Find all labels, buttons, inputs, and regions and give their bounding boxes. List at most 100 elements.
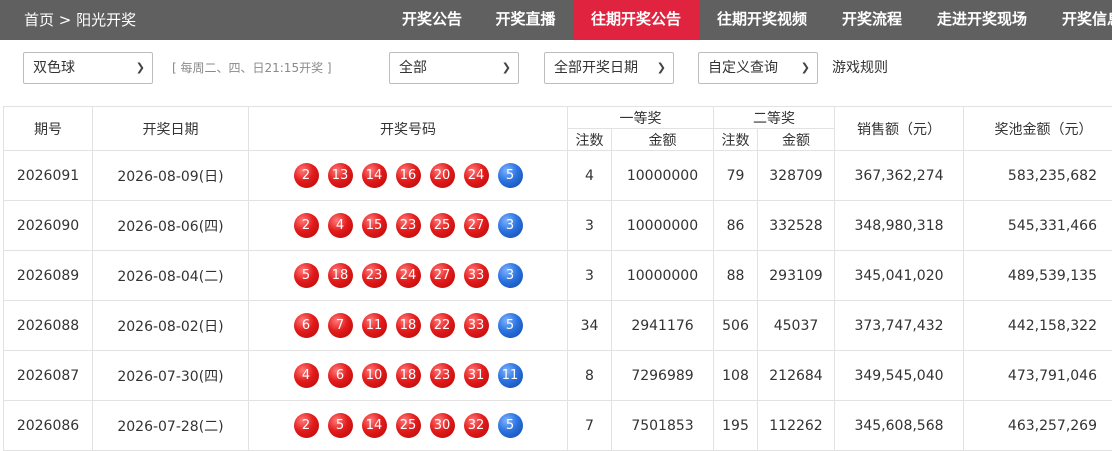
- breadcrumb: 首页 > 阳光开奖: [24, 0, 136, 40]
- sales-cell: 373,747,432: [834, 300, 964, 351]
- red-ball: 23: [395, 213, 421, 238]
- game-select-value: 双色球: [33, 60, 75, 76]
- ball-group: 2 13 14 16 20 24 5: [249, 163, 567, 188]
- date-cell: 2026-07-28(二): [92, 400, 249, 451]
- breadcrumb-separator: >: [58, 11, 72, 29]
- table-row: 2026086 2026-07-28(二) 2 5 14 25 30 32 5 7 7501853 1…: [3, 400, 1112, 451]
- header-issue: 期号: [3, 106, 93, 151]
- second-prize-count-cell: 195: [713, 400, 758, 451]
- ball-group: 6 7 11 18 22 33 5: [249, 313, 567, 338]
- second-prize-count-cell: 506: [713, 300, 758, 351]
- red-ball: 32: [463, 413, 489, 438]
- ball-group: 4 6 10 18 23 31 11: [249, 363, 567, 388]
- nav-item-draw-info[interactable]: 开奖信息: [1045, 0, 1112, 40]
- numbers-cell: 2 4 15 23 25 27 3: [248, 200, 568, 251]
- red-ball: 13: [327, 163, 353, 188]
- second-prize-amount-cell: 332528: [757, 200, 835, 251]
- blue-ball: 5: [497, 413, 523, 438]
- first-prize-count-cell: 4: [567, 150, 612, 201]
- issue-cell: 2026091: [3, 150, 93, 201]
- red-ball: 27: [429, 263, 455, 288]
- red-ball: 22: [429, 313, 455, 338]
- nav-item-visit-site[interactable]: 走进开奖现场: [919, 0, 1045, 40]
- table-row: 2026088 2026-08-02(日) 6 7 11 18 22 33 5 34 2941176…: [3, 300, 1112, 351]
- header-date: 开奖日期: [92, 106, 249, 151]
- second-prize-amount-cell: 112262: [757, 400, 835, 451]
- blue-ball: 5: [497, 163, 523, 188]
- red-ball: 18: [395, 363, 421, 388]
- issue-cell: 2026086: [3, 400, 93, 451]
- chevron-down-icon: ❯: [656, 61, 666, 74]
- header-numbers: 开奖号码: [248, 106, 568, 151]
- red-ball: 24: [463, 163, 489, 188]
- date-cell: 2026-08-04(二): [92, 250, 249, 301]
- custom-query-value: 自定义查询: [708, 60, 778, 76]
- red-ball: 6: [327, 363, 353, 388]
- breadcrumb-home-link[interactable]: 首页: [24, 11, 54, 29]
- pool-cell: 583,235,682: [963, 150, 1112, 201]
- red-ball: 33: [463, 263, 489, 288]
- red-ball: 7: [327, 313, 353, 338]
- first-prize-count-cell: 34: [567, 300, 612, 351]
- nav-item-past-announcements[interactable]: 往期开奖公告: [573, 0, 699, 40]
- red-ball: 14: [361, 413, 387, 438]
- blue-ball: 3: [497, 263, 523, 288]
- red-ball: 4: [327, 213, 353, 238]
- pool-cell: 463,257,269: [963, 400, 1112, 451]
- red-ball: 33: [463, 313, 489, 338]
- red-ball: 30: [429, 413, 455, 438]
- second-prize-count-cell: 86: [713, 200, 758, 251]
- red-ball: 31: [463, 363, 489, 388]
- sales-cell: 348,980,318: [834, 200, 964, 251]
- second-prize-count-cell: 88: [713, 250, 758, 301]
- issue-cell: 2026088: [3, 300, 93, 351]
- nav-item-announcement[interactable]: 开奖公告: [386, 0, 478, 40]
- draw-schedule-note: [ 每周二、四、日21:15开奖 ]: [172, 61, 332, 75]
- second-prize-amount-cell: 45037: [757, 300, 835, 351]
- ball-group: 5 18 23 24 27 33 3: [249, 263, 567, 288]
- red-ball: 16: [395, 163, 421, 188]
- red-ball: 11: [361, 313, 387, 338]
- results-table: 期号 开奖日期 开奖号码 一等奖 二等奖 销售额（元） 奖池金额（元） 注数 金…: [3, 106, 1112, 451]
- red-ball: 23: [429, 363, 455, 388]
- second-prize-amount-cell: 293109: [757, 250, 835, 301]
- nav-item-live[interactable]: 开奖直播: [478, 0, 573, 40]
- red-ball: 27: [463, 213, 489, 238]
- game-rules-link[interactable]: 游戏规则: [832, 52, 888, 84]
- first-prize-amount-cell: 7501853: [611, 400, 714, 451]
- red-ball: 18: [395, 313, 421, 338]
- header-sales: 销售额（元）: [834, 106, 964, 151]
- nav-item-past-videos[interactable]: 往期开奖视频: [699, 0, 825, 40]
- red-ball: 10: [361, 363, 387, 388]
- sales-cell: 367,362,274: [834, 150, 964, 201]
- red-ball: 24: [395, 263, 421, 288]
- nav-item-process[interactable]: 开奖流程: [825, 0, 919, 40]
- second-prize-amount-cell: 328709: [757, 150, 835, 201]
- date-cell: 2026-07-30(四): [92, 350, 249, 401]
- breadcrumb-current: 阳光开奖: [76, 11, 137, 29]
- numbers-cell: 6 7 11 18 22 33 5: [248, 300, 568, 351]
- table-row: 2026091 2026-08-09(日) 2 13 14 16 20 24 5 4 1000000…: [3, 150, 1112, 201]
- second-prize-count-cell: 108: [713, 350, 758, 401]
- first-prize-amount-cell: 7296989: [611, 350, 714, 401]
- red-ball: 20: [429, 163, 455, 188]
- range-select[interactable]: 全部 ❯: [389, 52, 519, 84]
- header-second-amount: 金额: [757, 128, 835, 151]
- red-ball: 2: [293, 413, 319, 438]
- first-prize-amount-cell: 10000000: [611, 200, 714, 251]
- numbers-cell: 5 18 23 24 27 33 3: [248, 250, 568, 301]
- game-select[interactable]: 双色球 ❯: [23, 52, 153, 84]
- custom-query-select[interactable]: 自定义查询 ❯: [698, 52, 818, 84]
- first-prize-amount-cell: 10000000: [611, 250, 714, 301]
- date-cell: 2026-08-02(日): [92, 300, 249, 351]
- first-prize-count-cell: 3: [567, 250, 612, 301]
- red-ball: 2: [293, 213, 319, 238]
- table-row: 2026087 2026-07-30(四) 4 6 10 18 23 31 11 8 7296989…: [3, 350, 1112, 401]
- second-prize-amount-cell: 212684: [757, 350, 835, 401]
- red-ball: 18: [327, 263, 353, 288]
- chevron-down-icon: ❯: [800, 61, 810, 74]
- red-ball: 4: [293, 363, 319, 388]
- top-nav-bar: 首页 > 阳光开奖 开奖公告 开奖直播 往期开奖公告 往期开奖视频 开奖流程 走…: [0, 0, 1112, 40]
- date-select[interactable]: 全部开奖日期 ❯: [544, 52, 674, 84]
- ball-group: 2 5 14 25 30 32 5: [249, 413, 567, 438]
